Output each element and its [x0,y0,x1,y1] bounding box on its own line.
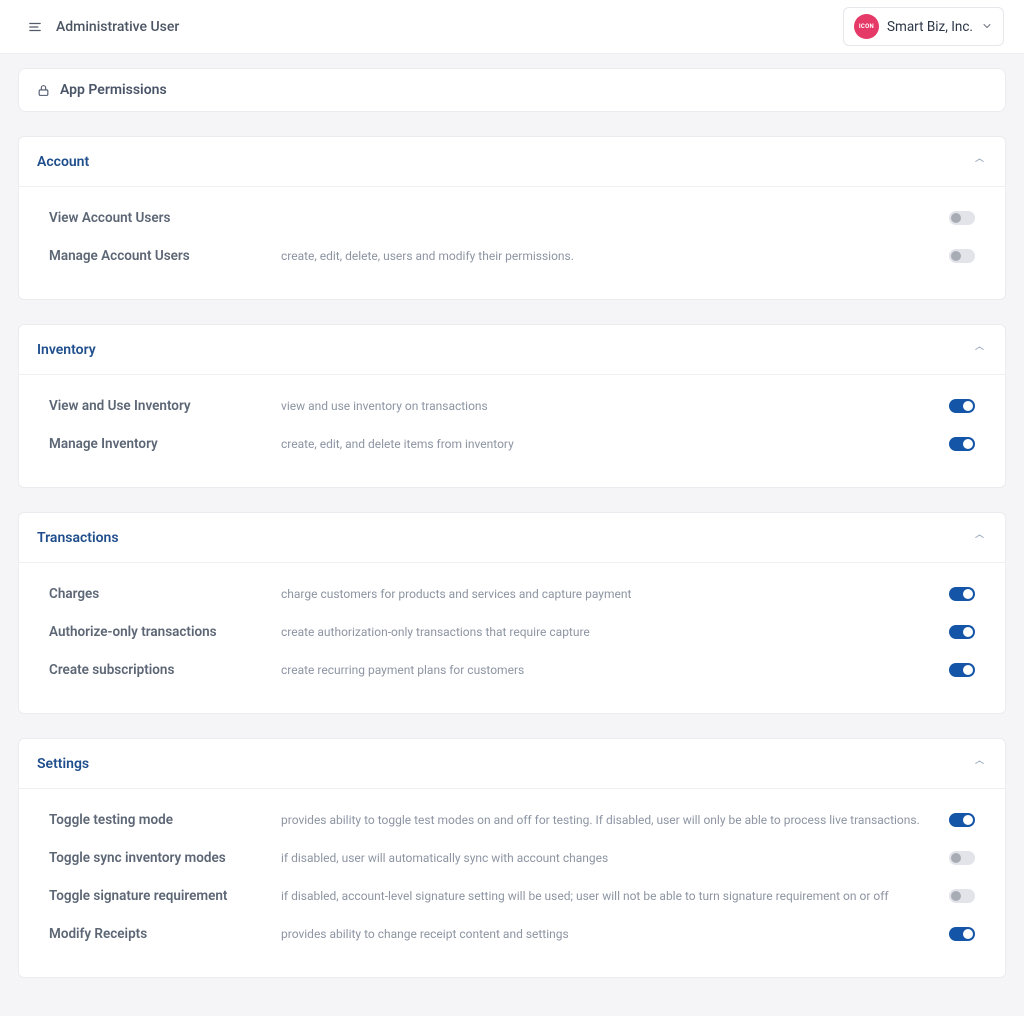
permission-description: view and use inventory on transactions [281,399,949,413]
section-settings: SettingsToggle testing modeprovides abil… [18,738,1006,978]
section-title: Account [37,154,89,170]
toggle-knob [963,627,973,637]
toggle-knob [951,891,961,901]
section-transactions: Transactions Chargescharge customers for … [18,512,1006,714]
permission-toggle[interactable] [949,813,975,827]
toggle-knob [963,439,973,449]
menu-icon[interactable] [28,20,42,34]
permission-row: Chargescharge customers for products and… [19,575,1005,613]
permission-description: create authorization-only transactions t… [281,625,949,639]
section-inventory: Inventory View and Use Inventoryview and … [18,324,1006,488]
permission-label: Manage Inventory [49,436,281,452]
org-name: Smart Biz, Inc. [887,19,973,35]
permission-description: if disabled, account-level signature set… [281,889,949,903]
permission-toggle[interactable] [949,437,975,451]
section-title: Inventory [37,342,96,358]
permission-toggle[interactable] [949,399,975,413]
sections-root: Account View Account Users Manage Account … [18,136,1006,978]
toggle-knob [963,665,973,675]
section-header[interactable]: Inventory [19,325,1005,375]
section-body: View and Use Inventoryview and use inven… [19,375,1005,487]
permission-label: View Account Users [49,210,281,226]
permission-toggle[interactable] [949,249,975,263]
section-account: Account View Account Users Manage Account … [18,136,1006,300]
permission-label: Authorize-only transactions [49,624,281,640]
permission-toggle[interactable] [949,211,975,225]
permission-description: provides ability to change receipt conte… [281,927,949,941]
section-header[interactable]: Transactions [19,513,1005,563]
permission-row: Modify Receiptsprovides ability to chang… [19,915,1005,953]
permission-row: Toggle signature requirementif disabled,… [19,877,1005,915]
permission-description: charge customers for products and servic… [281,587,949,601]
permission-toggle[interactable] [949,927,975,941]
section-header[interactable]: Account [19,137,1005,187]
permission-row: Authorize-only transactionscreate author… [19,613,1005,651]
permission-label: Toggle testing mode [49,812,281,828]
top-bar-left: Administrative User [28,19,179,35]
permission-toggle[interactable] [949,851,975,865]
permission-label: Toggle sync inventory modes [49,850,281,866]
permission-row: Manage Inventorycreate, edit, and delete… [19,425,1005,463]
permission-row: Create subscriptionscreate recurring pay… [19,651,1005,689]
chevron-up-icon [972,343,987,355]
permission-description: create recurring payment plans for custo… [281,663,949,677]
section-header[interactable]: Settings [19,739,1005,789]
top-bar: Administrative User ICON Smart Biz, Inc. [0,0,1024,54]
permission-row: Toggle sync inventory modesif disabled, … [19,839,1005,877]
toggle-knob [951,251,961,261]
permission-label: Create subscriptions [49,662,281,678]
page-title: Administrative User [56,19,179,35]
permission-label: Charges [49,586,281,602]
avatar: ICON [854,14,879,39]
toggle-knob [963,929,973,939]
content: App Permissions Account View Account User… [0,54,1024,1016]
permission-description: provides ability to toggle test modes on… [281,813,949,827]
section-body: Toggle testing modeprovides ability to t… [19,789,1005,977]
chevron-up-icon [972,757,987,769]
permission-row: View and Use Inventoryview and use inven… [19,387,1005,425]
chevron-up-icon [972,155,987,167]
toggle-knob [951,213,961,223]
section-title: Transactions [37,530,119,546]
permission-row: Manage Account Userscreate, edit, delete… [19,237,1005,275]
org-selector[interactable]: ICON Smart Biz, Inc. [843,7,1004,46]
permission-toggle[interactable] [949,587,975,601]
toggle-knob [963,815,973,825]
panel: App Permissions [18,68,1006,112]
lock-icon [37,84,50,97]
section-body: Chargescharge customers for products and… [19,563,1005,713]
panel-title: App Permissions [60,82,167,98]
permission-label: Toggle signature requirement [49,888,281,904]
permission-label: Manage Account Users [49,248,281,264]
section-body: View Account Users Manage Account Userscr… [19,187,1005,299]
permission-description: create, edit, delete, users and modify t… [281,249,949,263]
permission-label: Modify Receipts [49,926,281,942]
chevron-down-icon [981,19,993,35]
section-title: Settings [37,756,89,772]
permission-toggle[interactable] [949,663,975,677]
permission-toggle[interactable] [949,889,975,903]
permission-row: View Account Users [19,199,1005,237]
permission-description: create, edit, and delete items from inve… [281,437,949,451]
permission-description: if disabled, user will automatically syn… [281,851,949,865]
toggle-knob [963,401,973,411]
chevron-up-icon [972,531,987,543]
permission-row: Toggle testing modeprovides ability to t… [19,801,1005,839]
permission-label: View and Use Inventory [49,398,281,414]
panel-header: App Permissions [19,69,1005,111]
toggle-knob [951,853,961,863]
permission-toggle[interactable] [949,625,975,639]
toggle-knob [963,589,973,599]
